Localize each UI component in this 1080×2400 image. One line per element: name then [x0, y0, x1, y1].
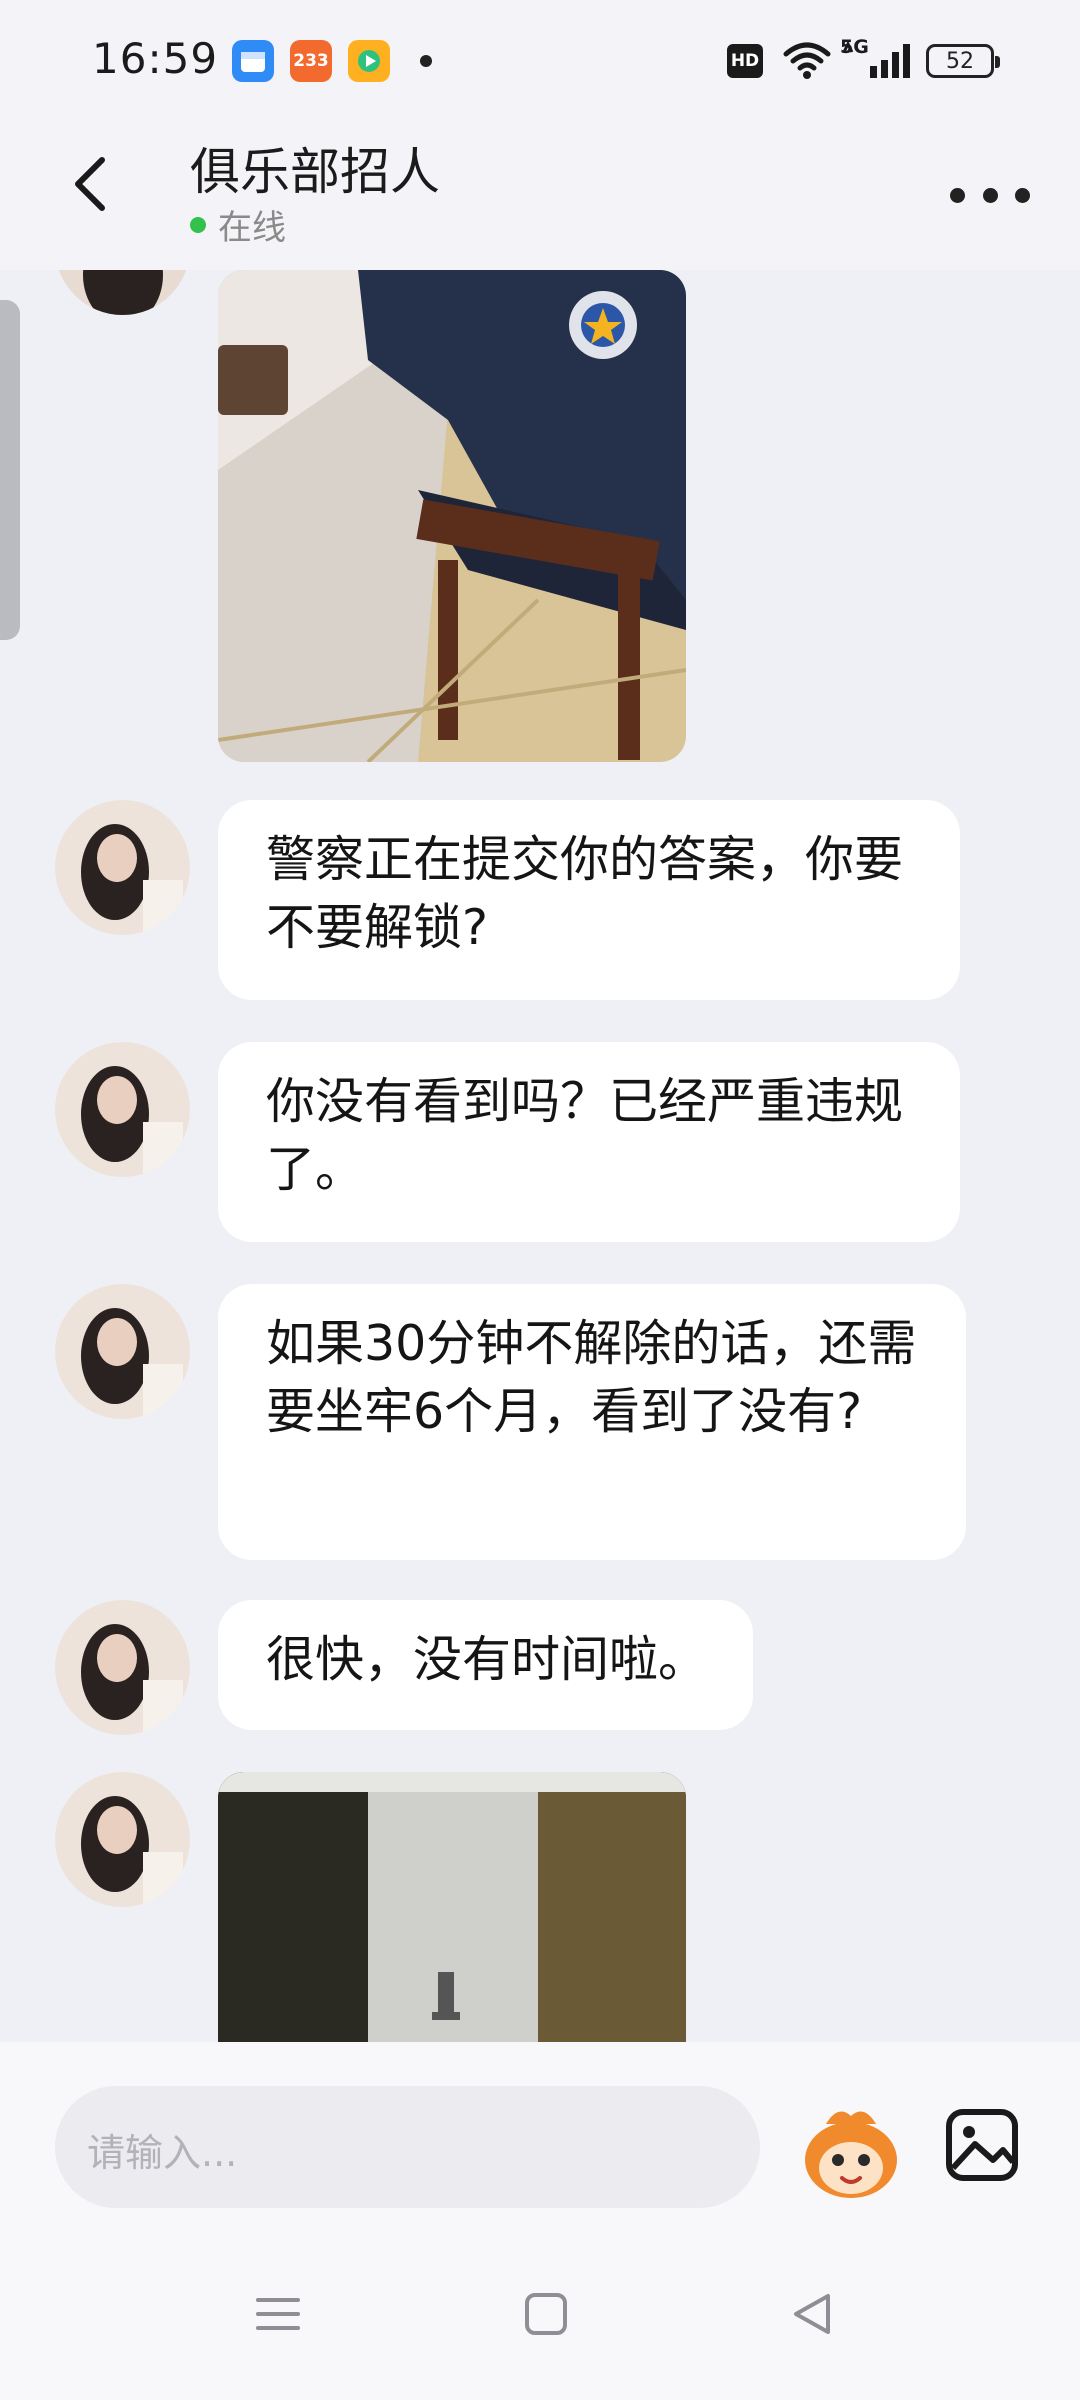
chat-header: 俱乐部招人 在线	[0, 120, 1080, 270]
emoji-mascot-icon[interactable]	[798, 2102, 904, 2202]
message-input[interactable]: 请输入...	[55, 2086, 760, 2208]
message-bubble[interactable]: 很快，没有时间啦。	[218, 1600, 754, 1730]
game-app-icon: 233	[290, 40, 332, 82]
avatar[interactable]	[55, 270, 190, 315]
signal-icon	[842, 40, 910, 78]
photo-image	[218, 1772, 686, 2042]
notification-dot	[420, 55, 432, 67]
photo-message[interactable]	[218, 270, 686, 762]
contact-name: 俱乐部招人	[190, 143, 440, 201]
wifi-icon	[783, 42, 831, 79]
online-dot-icon	[190, 216, 206, 233]
avatar[interactable]	[55, 800, 190, 935]
photo-image	[218, 270, 686, 762]
online-status-text: 在线	[218, 208, 286, 248]
home-icon[interactable]	[524, 2292, 568, 2336]
message-bubble[interactable]: 如果30分钟不解除的话，还需要坐牢6个月，看到了没有?	[218, 1284, 966, 1560]
status-bar: 16:59 233 HD 5G 52	[0, 0, 1080, 120]
image-picker-icon[interactable]	[945, 2108, 1019, 2182]
back-arrow-icon[interactable]	[62, 154, 122, 214]
avatar[interactable]	[55, 1042, 190, 1177]
battery-indicator: 52	[926, 44, 1000, 78]
back-nav-icon[interactable]	[790, 2292, 834, 2336]
scroll-handle[interactable]	[0, 300, 20, 640]
message-bubble[interactable]: 你没有看到吗？已经严重违规了。	[218, 1042, 960, 1242]
hd-icon: HD	[727, 44, 763, 78]
message-list[interactable]: 警察正在提交你的答案，你要不要解锁? 你没有看到吗？已经严重违规了。 如果30分…	[0, 270, 1080, 2042]
online-status: 在线	[190, 200, 286, 249]
photo-message[interactable]	[218, 1772, 686, 2042]
input-bar: 请输入...	[0, 2042, 1080, 2400]
avatar[interactable]	[55, 1772, 190, 1907]
recent-apps-icon[interactable]	[256, 2292, 300, 2336]
avatar[interactable]	[55, 1600, 190, 1735]
avatar[interactable]	[55, 1284, 190, 1419]
status-time: 16:59	[92, 34, 219, 83]
calendar-app-icon	[232, 40, 274, 82]
video-app-icon	[348, 40, 390, 82]
message-bubble[interactable]: 警察正在提交你的答案，你要不要解锁?	[218, 800, 960, 1000]
more-options-icon[interactable]	[950, 180, 1030, 210]
input-placeholder: 请输入...	[87, 2131, 238, 2175]
